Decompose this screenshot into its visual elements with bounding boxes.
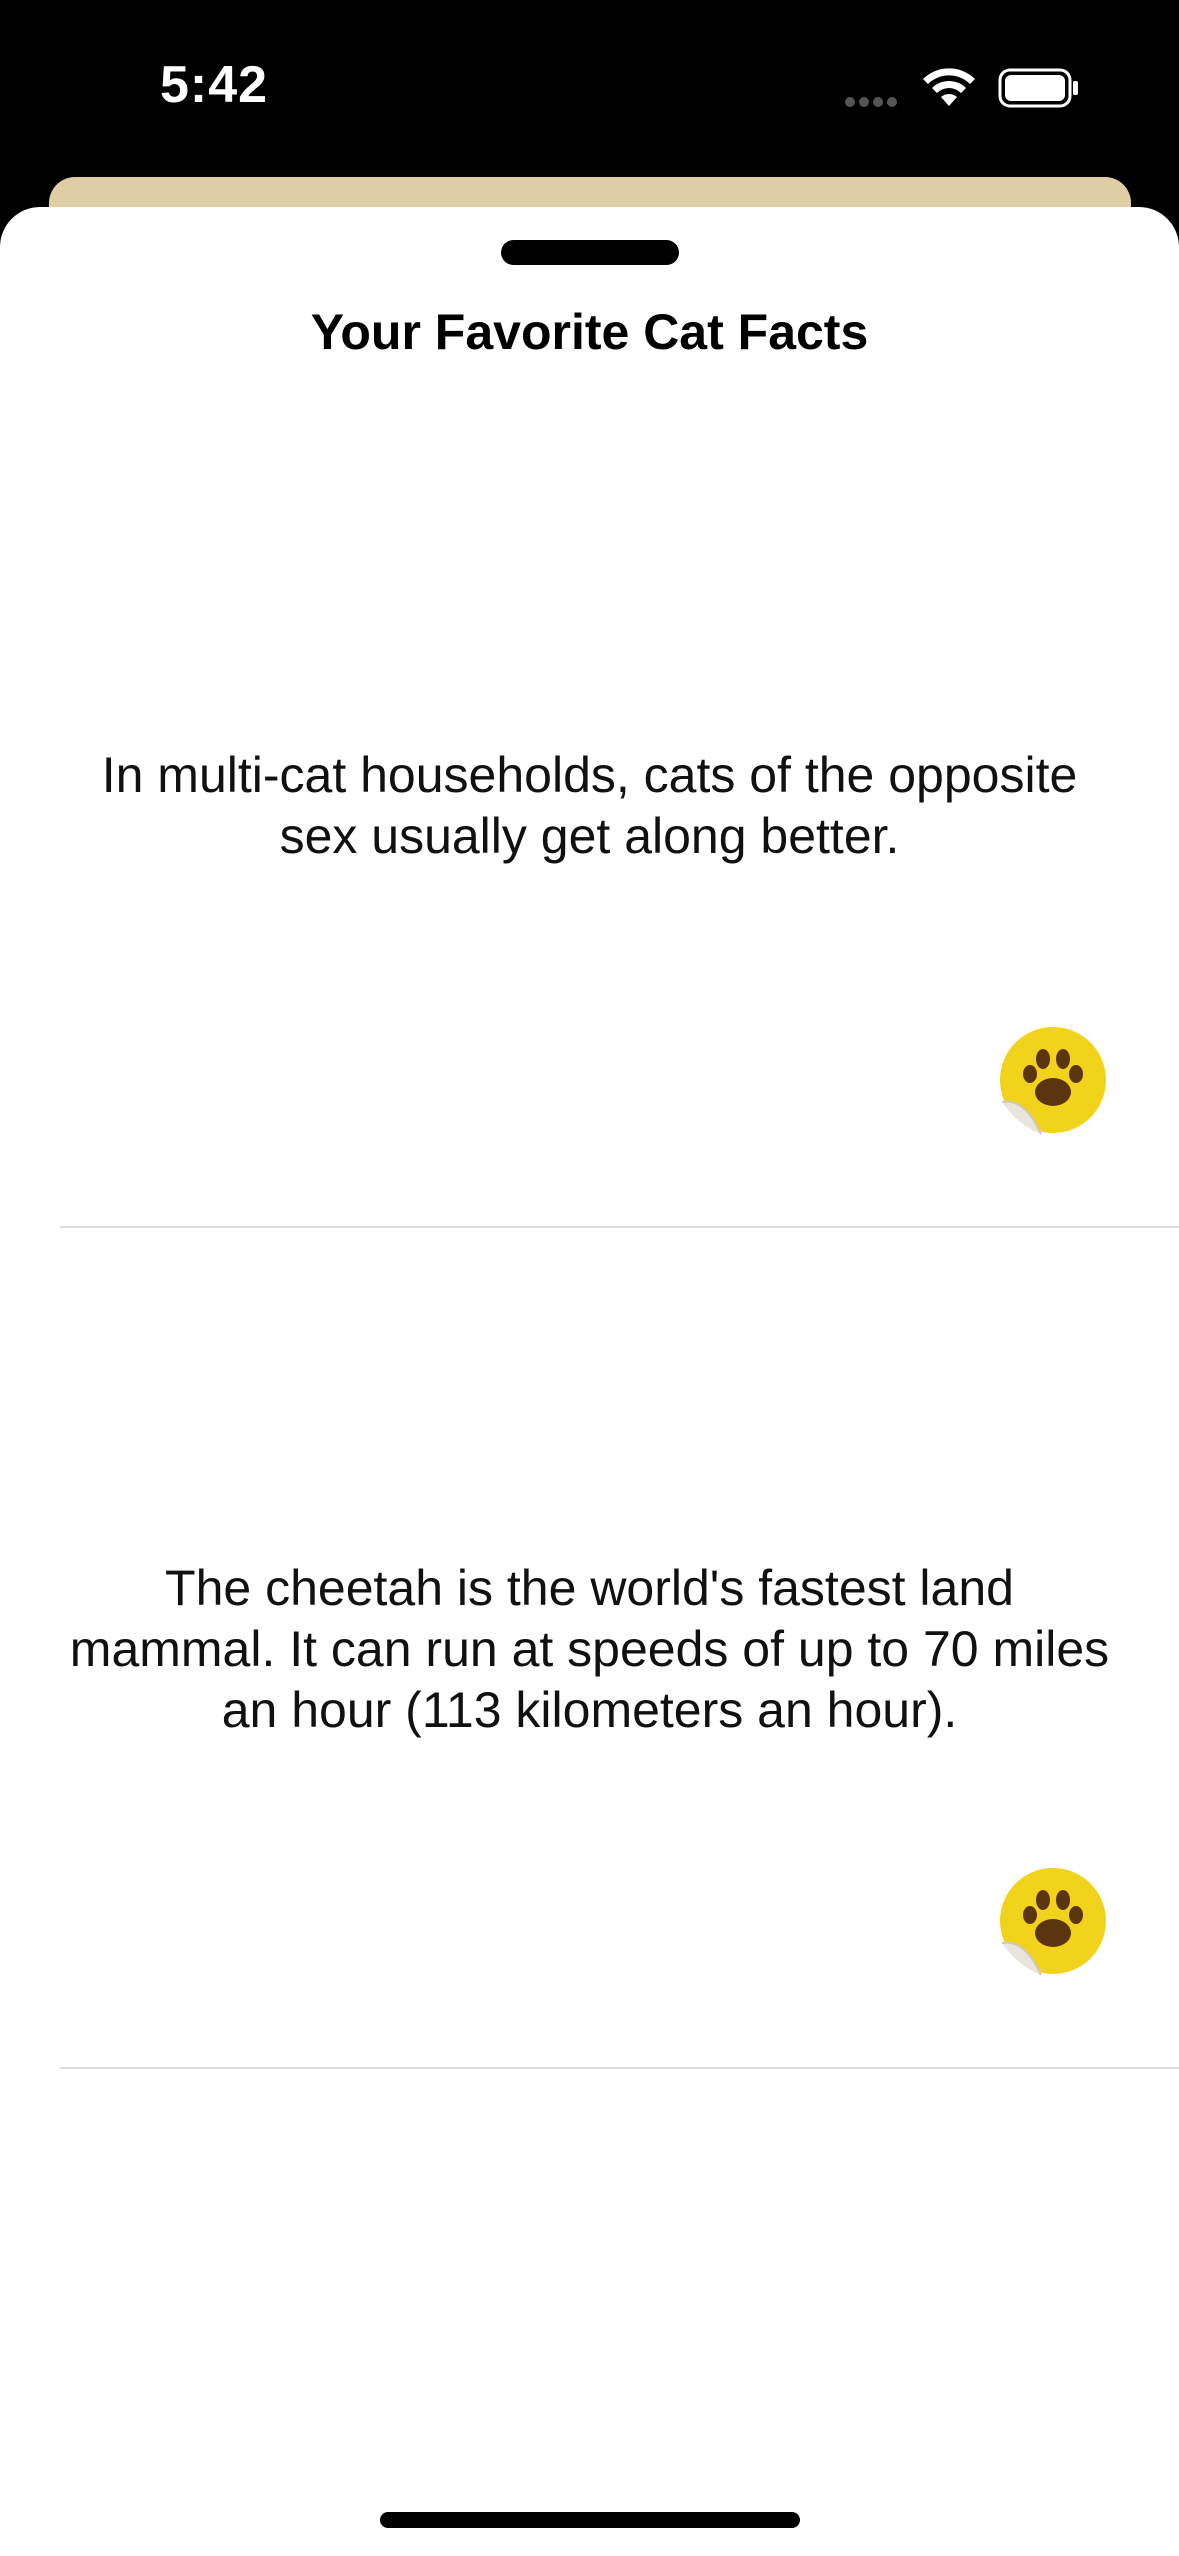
row-separator bbox=[60, 2067, 1179, 2069]
wifi-icon bbox=[923, 68, 975, 106]
battery-icon bbox=[998, 68, 1078, 108]
cellular-signal-icon bbox=[845, 94, 905, 107]
sheet-grabber[interactable] bbox=[501, 240, 679, 265]
status-bar: 5:42 bbox=[0, 0, 1179, 180]
fact-text: In multi-cat households, cats of the opp… bbox=[101, 747, 1078, 864]
fact-text: The cheetah is the world's fastest land … bbox=[69, 1560, 1110, 1738]
sheet-title: Your Favorite Cat Facts bbox=[310, 304, 869, 360]
paw-sticker-icon[interactable] bbox=[993, 1022, 1113, 1142]
list-item[interactable]: The cheetah is the world's fastest land … bbox=[0, 1228, 1179, 2070]
favorites-sheet: Your Favorite Cat Facts In multi-cat hou… bbox=[0, 207, 1179, 2556]
list-item[interactable]: In multi-cat households, cats of the opp… bbox=[0, 387, 1179, 1229]
home-indicator[interactable] bbox=[380, 2512, 800, 2528]
paw-sticker-icon[interactable] bbox=[993, 1863, 1113, 1983]
status-time: 5:42 bbox=[160, 56, 269, 114]
